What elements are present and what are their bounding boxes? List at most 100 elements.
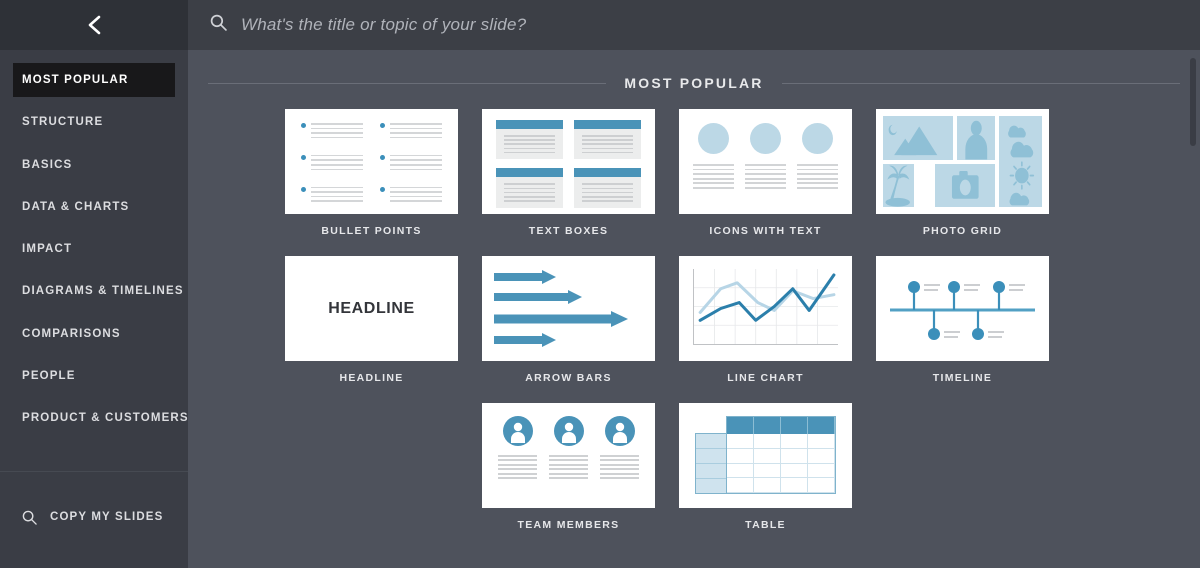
photo-grid-preview: [876, 109, 1049, 214]
table-row-header-column: [695, 433, 728, 494]
main-panel: MOST POPULAR: [188, 0, 1200, 568]
table-wrap: [695, 416, 836, 494]
template-card: TEAM MEMBERS: [482, 403, 679, 531]
sidebar-nav: MOST POPULAR STRUCTURE BASICS DATA & CHA…: [0, 50, 188, 444]
chart-plot-area: [693, 269, 838, 345]
chevron-left-icon: [86, 14, 103, 36]
sidebar-item-comparisons[interactable]: COMPARISONS: [0, 317, 188, 351]
text-box-header: [574, 168, 641, 178]
text-lines: [797, 164, 838, 189]
copy-my-slides-label: COPY MY SLIDES: [50, 511, 164, 523]
team-member: [549, 416, 588, 495]
arrow-bar-icon: [494, 332, 643, 347]
arrow-bar-icon: [494, 270, 643, 284]
avatar-icon: [553, 416, 584, 446]
icons-with-text-preview: [679, 109, 852, 214]
sidebar-item-basics[interactable]: BASICS: [0, 148, 188, 182]
text-boxes-preview: [482, 109, 655, 214]
sidebar-item-impact[interactable]: IMPACT: [0, 232, 188, 266]
arrow-bar-icon: [494, 290, 643, 305]
template-thumbnail-headline[interactable]: HEADLINE: [285, 256, 458, 361]
text-box-header: [574, 120, 641, 129]
timeline-preview: [876, 256, 1049, 361]
section-rule-left: [208, 82, 607, 84]
bullet-dot-icon: [380, 123, 385, 128]
template-thumbnail-icons-with-text[interactable]: [679, 109, 852, 214]
sidebar-item-data-and-charts[interactable]: DATA & CHARTS: [0, 190, 188, 224]
bullet-dot-icon: [380, 154, 385, 160]
text-lines: [390, 185, 442, 202]
table-preview: [679, 403, 852, 508]
text-lines: [574, 177, 641, 207]
text-lines: [390, 153, 442, 171]
text-box-header: [496, 120, 563, 129]
team-members-preview: [482, 403, 655, 508]
bullet-group: [301, 121, 363, 139]
template-card-label: TEXT BOXES: [528, 225, 609, 237]
section-rule-right: [781, 82, 1180, 84]
template-thumbnail-photo-grid[interactable]: [876, 109, 1049, 214]
template-thumbnail-bullet-points[interactable]: [285, 109, 458, 214]
template-thumbnail-table[interactable]: [679, 403, 852, 508]
sidebar-item-structure[interactable]: STRUCTURE: [0, 105, 188, 139]
text-box: [496, 168, 563, 208]
bullet-group: [380, 121, 442, 139]
sidebar-item-product-and-customers[interactable]: PRODUCT & CUSTOMERS: [0, 401, 188, 435]
table-grid: [726, 416, 836, 494]
section-header: MOST POPULAR: [188, 72, 1200, 94]
sidebar-item-label: DIAGRAMS & TIMELINES: [22, 285, 184, 298]
template-card-label: TEAM MEMBERS: [517, 519, 620, 531]
text-lines: [574, 129, 641, 159]
bullet-group: [301, 153, 363, 171]
team-member: [498, 416, 537, 495]
template-thumbnail-line-chart[interactable]: [679, 256, 852, 361]
table-header-cell: [781, 417, 808, 434]
bullet-group: [380, 153, 442, 171]
sidebar-item-people[interactable]: PEOPLE: [0, 359, 188, 393]
table-header-cell: [754, 417, 781, 434]
bullet-group: [301, 185, 363, 202]
icon-text-column: [745, 123, 786, 200]
bullet-column: [380, 121, 442, 202]
back-button[interactable]: [77, 8, 111, 42]
vertical-scrollbar[interactable]: [1186, 50, 1200, 568]
sidebar-item-label: COMPARISONS: [22, 327, 121, 340]
template-thumbnail-text-boxes[interactable]: [482, 109, 655, 214]
template-thumbnail-timeline[interactable]: [876, 256, 1049, 361]
sidebar-item-label: PEOPLE: [22, 370, 76, 383]
template-thumbnail-arrow-bars[interactable]: [482, 256, 655, 361]
scrollbar-thumb[interactable]: [1190, 58, 1196, 146]
photo-tile: [883, 163, 914, 207]
search-icon: [22, 510, 37, 530]
photo-tile: [883, 116, 953, 160]
arrow-bars-preview: [482, 256, 655, 361]
team-member: [600, 416, 639, 495]
avatar-icon: [604, 416, 635, 446]
text-box: [574, 120, 641, 160]
table-header-cell: [727, 417, 754, 434]
icon-text-column: [693, 123, 734, 200]
search-icon: [210, 14, 227, 36]
template-card-label: LINE CHART: [727, 372, 804, 384]
sidebar-item-most-popular[interactable]: MOST POPULAR: [13, 63, 175, 97]
circle-icon: [750, 123, 781, 154]
template-card: TABLE: [679, 403, 876, 531]
sidebar-item-diagrams-and-timelines[interactable]: DIAGRAMS & TIMELINES: [0, 274, 188, 308]
template-card: ARROW BARS: [482, 256, 679, 384]
template-card-label: TABLE: [745, 519, 786, 531]
text-lines: [600, 455, 639, 480]
template-thumbnail-team-members[interactable]: [482, 403, 655, 508]
template-grid: BULLET POINTS TEXT BOXES ICONS WITH TEXT…: [188, 109, 1200, 403]
copy-my-slides-button[interactable]: COPY MY SLIDES: [0, 472, 188, 568]
search-input[interactable]: [241, 15, 1001, 35]
sidebar-header: [0, 0, 188, 50]
template-card-label: BULLET POINTS: [321, 225, 422, 237]
text-box: [496, 120, 563, 160]
content-area: MOST POPULAR BULLET POINTS TEXT BOXES IC…: [188, 50, 1200, 568]
table-header-cell: [808, 417, 835, 434]
template-card: PHOTO GRID: [876, 109, 1073, 237]
circle-icon: [698, 123, 729, 154]
bullet-dot-icon: [380, 186, 385, 192]
template-card: BULLET POINTS: [285, 109, 482, 237]
bullet-group: [380, 185, 442, 202]
